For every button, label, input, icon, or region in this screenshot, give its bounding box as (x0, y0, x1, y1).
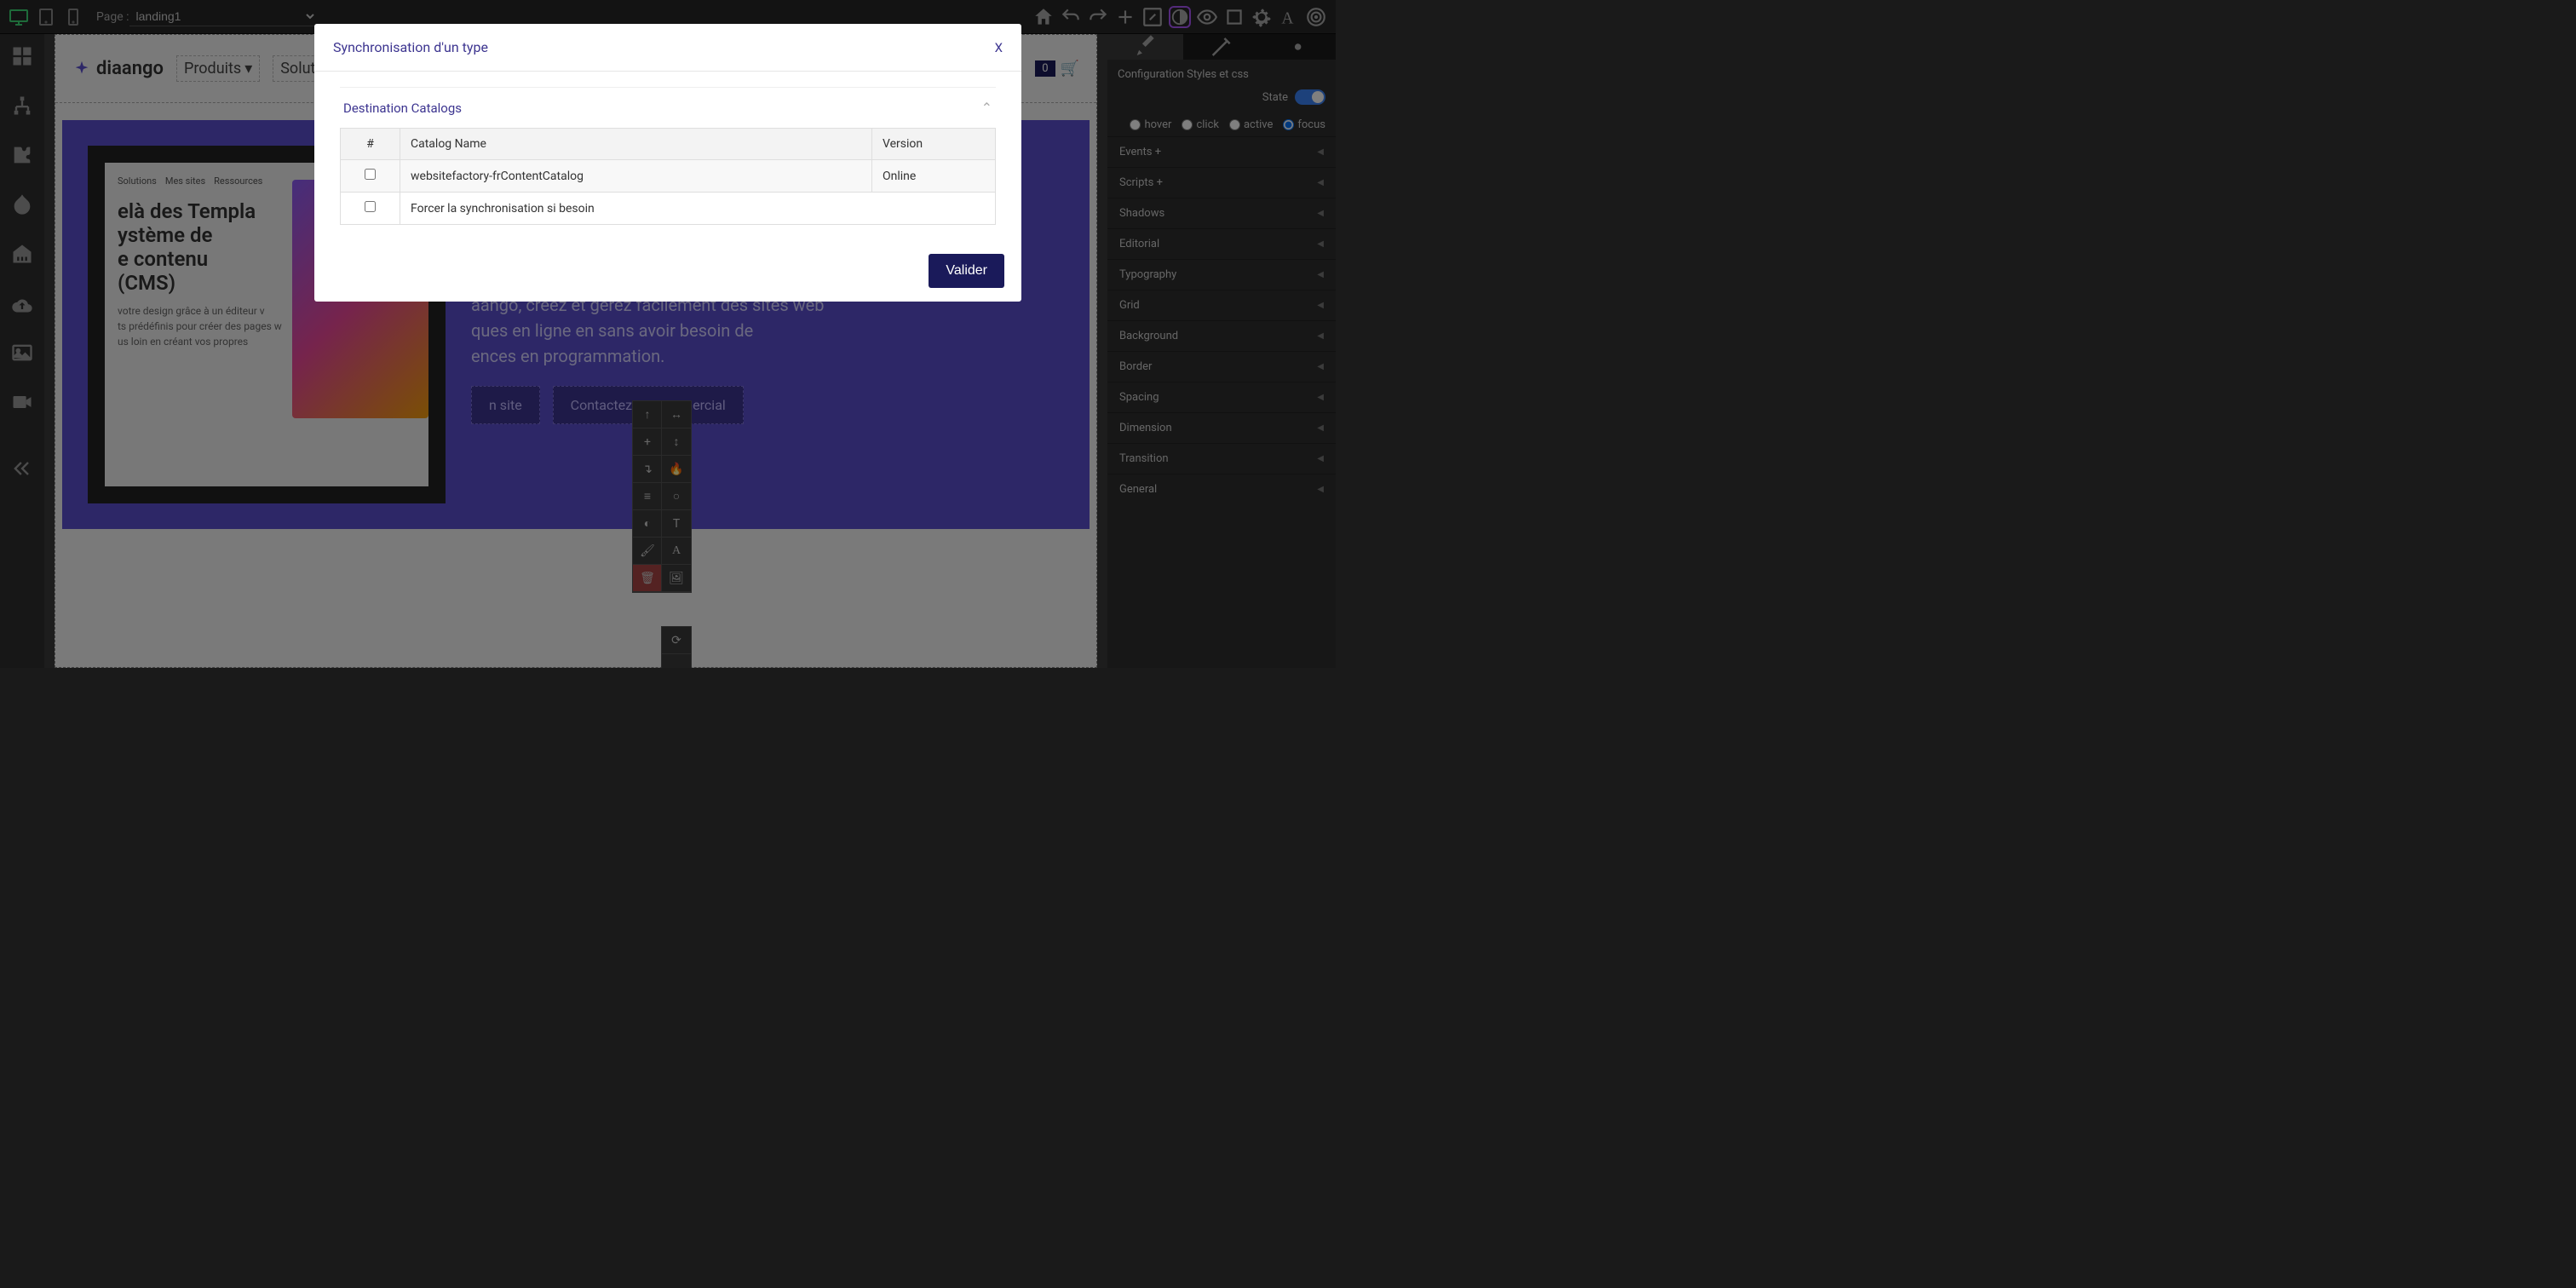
col-name: Catalog Name (400, 129, 872, 160)
table-row: websitefactory-frContentCatalog Online (341, 160, 996, 193)
catalog-table: # Catalog Name Version websitefactory-fr… (340, 128, 996, 225)
chevron-up-icon: ⌃ (981, 100, 992, 116)
modal-overlay[interactable]: Synchronisation d'un type X Destination … (0, 0, 1336, 668)
catalog-checkbox[interactable] (365, 169, 376, 180)
modal-footer: Valider (314, 240, 1021, 302)
sync-modal: Synchronisation d'un type X Destination … (314, 24, 1021, 302)
close-button[interactable]: X (995, 40, 1003, 55)
modal-header: Synchronisation d'un type X (314, 24, 1021, 72)
table-row: Forcer la synchronisation si besoin (341, 193, 996, 225)
catalog-version-cell: Online (872, 160, 996, 193)
modal-body: Destination Catalogs ⌃ # Catalog Name Ve… (314, 72, 1021, 240)
table-header-row: # Catalog Name Version (341, 129, 996, 160)
validate-button[interactable]: Valider (929, 254, 1004, 288)
col-hash: # (341, 129, 400, 160)
dest-label: Destination Catalogs (343, 101, 462, 116)
force-checkbox[interactable] (365, 201, 376, 212)
modal-title: Synchronisation d'un type (333, 39, 488, 55)
col-version: Version (872, 129, 996, 160)
catalog-name-cell: websitefactory-frContentCatalog (400, 160, 872, 193)
destination-catalogs-header[interactable]: Destination Catalogs ⌃ (340, 87, 996, 128)
force-sync-label: Forcer la synchronisation si besoin (400, 193, 996, 225)
